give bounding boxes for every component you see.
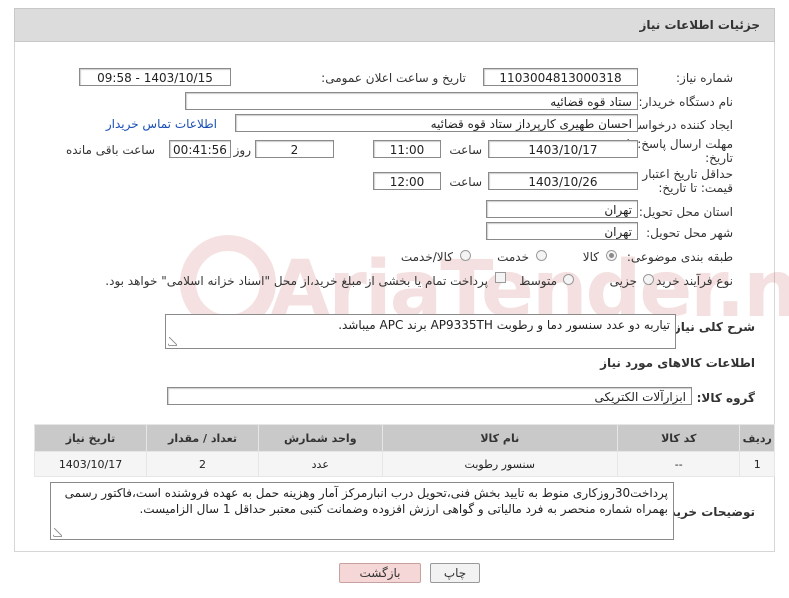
- col-quantity: تعداد / مقدار: [146, 424, 260, 452]
- validity-date-field[interactable]: 1403/10/26: [488, 172, 638, 190]
- province-label: استان محل تحویل:: [638, 205, 733, 219]
- reply-time-field[interactable]: 11:00: [373, 140, 441, 158]
- remaining-label: ساعت باقی مانده: [65, 143, 155, 157]
- category-service-label: خدمت: [497, 250, 529, 264]
- col-date: تاریخ نیاز: [33, 424, 148, 452]
- goods-table: ردیف کد کالا نام کالا واحد شمارش تعداد /…: [33, 424, 775, 477]
- announce-label: تاریخ و ساعت اعلان عمومی:: [321, 71, 466, 85]
- need-number-field[interactable]: 1103004813000318: [483, 68, 638, 86]
- province-field[interactable]: تهران: [486, 200, 638, 218]
- process-medium-radio[interactable]: [563, 274, 574, 285]
- creator-field[interactable]: احسان طهیری کارپرداز ستاد قوه قضائیه: [235, 114, 638, 132]
- validity-time-field[interactable]: 12:00: [373, 172, 441, 190]
- resize-handle-icon[interactable]: [53, 528, 62, 537]
- need-number-label: شماره نیاز:: [676, 71, 733, 85]
- category-goods-service-label: کالا/خدمت: [400, 250, 453, 264]
- buyer-contact-link[interactable]: اطلاعات تماس خریدار: [106, 117, 217, 131]
- process-medium-label: متوسط: [519, 274, 557, 288]
- cell-date: 1403/10/17: [33, 451, 148, 477]
- col-unit: واحد شمارش: [258, 424, 383, 452]
- cell-unit: عدد: [258, 451, 383, 477]
- reply-date-field[interactable]: 1403/10/17: [488, 140, 638, 158]
- category-label: طبقه بندی موضوعی:: [626, 250, 733, 264]
- announce-datetime-field[interactable]: 1403/10/15 - 09:58: [79, 68, 231, 86]
- page-title: جزئیات اطلاعات نیاز: [639, 18, 760, 32]
- page-header: جزئیات اطلاعات نیاز: [14, 8, 775, 42]
- buyer-org-field[interactable]: ستاد قوه قضائیه: [185, 92, 638, 110]
- back-button[interactable]: بازگشت: [339, 563, 421, 583]
- table-row[interactable]: 1 -- سنسور رطوبت عدد 2 1403/10/17: [33, 451, 775, 477]
- buyer-notes-textarea[interactable]: پرداخت30روزکاری منوط به تایید بخش فنی،تح…: [50, 482, 674, 540]
- city-label: شهر محل تحویل:: [646, 226, 733, 240]
- treasury-note: پرداخت تمام یا بخشی از مبلغ خرید،از محل …: [105, 274, 488, 288]
- description-text: تیاربه دو عدد سنسور دما و رطوبت AP9335TH…: [338, 318, 670, 332]
- goods-section-title: اطلاعات کالاهای مورد نیاز: [600, 356, 755, 370]
- reply-time-label: ساعت: [449, 143, 482, 157]
- validity-time-label: ساعت: [449, 175, 482, 189]
- cell-code: --: [617, 451, 741, 477]
- description-textarea[interactable]: تیاربه دو عدد سنسور دما و رطوبت AP9335TH…: [165, 314, 676, 349]
- cell-quantity: 2: [146, 451, 260, 477]
- buyer-notes-text: پرداخت30روزکاری منوط به تایید بخش فنی،تح…: [64, 486, 668, 516]
- cell-row: 1: [739, 451, 775, 477]
- buyer-org-label: نام دستگاه خریدار:: [638, 95, 734, 109]
- goods-group-label: گروه کالا:: [696, 391, 755, 405]
- category-goods-service-radio[interactable]: [460, 250, 471, 261]
- process-partial-label: جزیی: [609, 274, 637, 288]
- goods-group-field[interactable]: ابزارآلات الکتریکی: [167, 387, 692, 405]
- col-code: کد کالا: [617, 424, 741, 452]
- category-goods-radio[interactable]: [606, 250, 617, 261]
- process-type-label: نوع فرآیند خرید :: [648, 274, 733, 288]
- process-partial-radio[interactable]: [643, 274, 654, 285]
- description-label: شرح کلی نیاز:: [669, 320, 755, 334]
- creator-label: ایجاد کننده درخواست:: [622, 118, 733, 132]
- print-button[interactable]: چاپ: [430, 563, 480, 583]
- remaining-days-field[interactable]: 2: [255, 140, 334, 158]
- col-row: ردیف: [739, 424, 775, 452]
- category-service-radio[interactable]: [536, 250, 547, 261]
- treasury-checkbox[interactable]: [495, 272, 506, 283]
- remaining-time-field[interactable]: 00:41:56: [169, 140, 231, 158]
- city-field[interactable]: تهران: [486, 222, 638, 240]
- resize-handle-icon[interactable]: [168, 337, 177, 346]
- reply-deadline-label: مهلت ارسال پاسخ: تا تاریخ:: [626, 137, 733, 165]
- cell-name: سنسور رطوبت: [381, 451, 619, 477]
- category-goods-label: کالا: [582, 250, 599, 264]
- goods-table-header: ردیف کد کالا نام کالا واحد شمارش تعداد /…: [33, 424, 775, 452]
- col-name: نام کالا: [381, 424, 619, 452]
